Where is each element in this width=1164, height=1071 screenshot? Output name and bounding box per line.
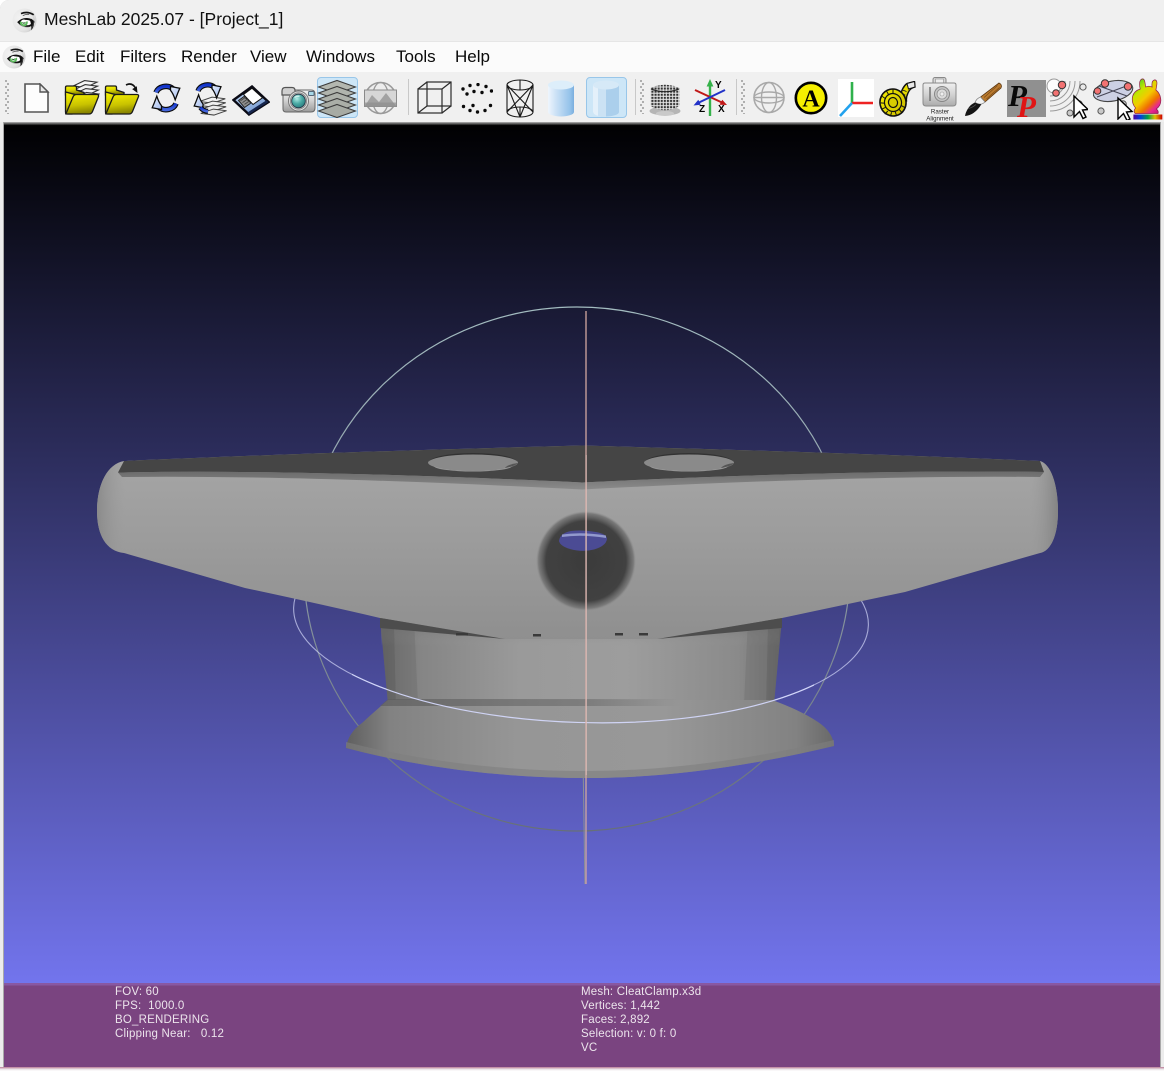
svg-text:X: X (718, 104, 725, 115)
svg-text:Z: Z (699, 104, 705, 115)
svg-text:Y: Y (715, 80, 722, 91)
svg-text:Raster: Raster (931, 109, 949, 116)
svg-text:P: P (1016, 89, 1037, 117)
svg-text:A: A (802, 87, 820, 113)
